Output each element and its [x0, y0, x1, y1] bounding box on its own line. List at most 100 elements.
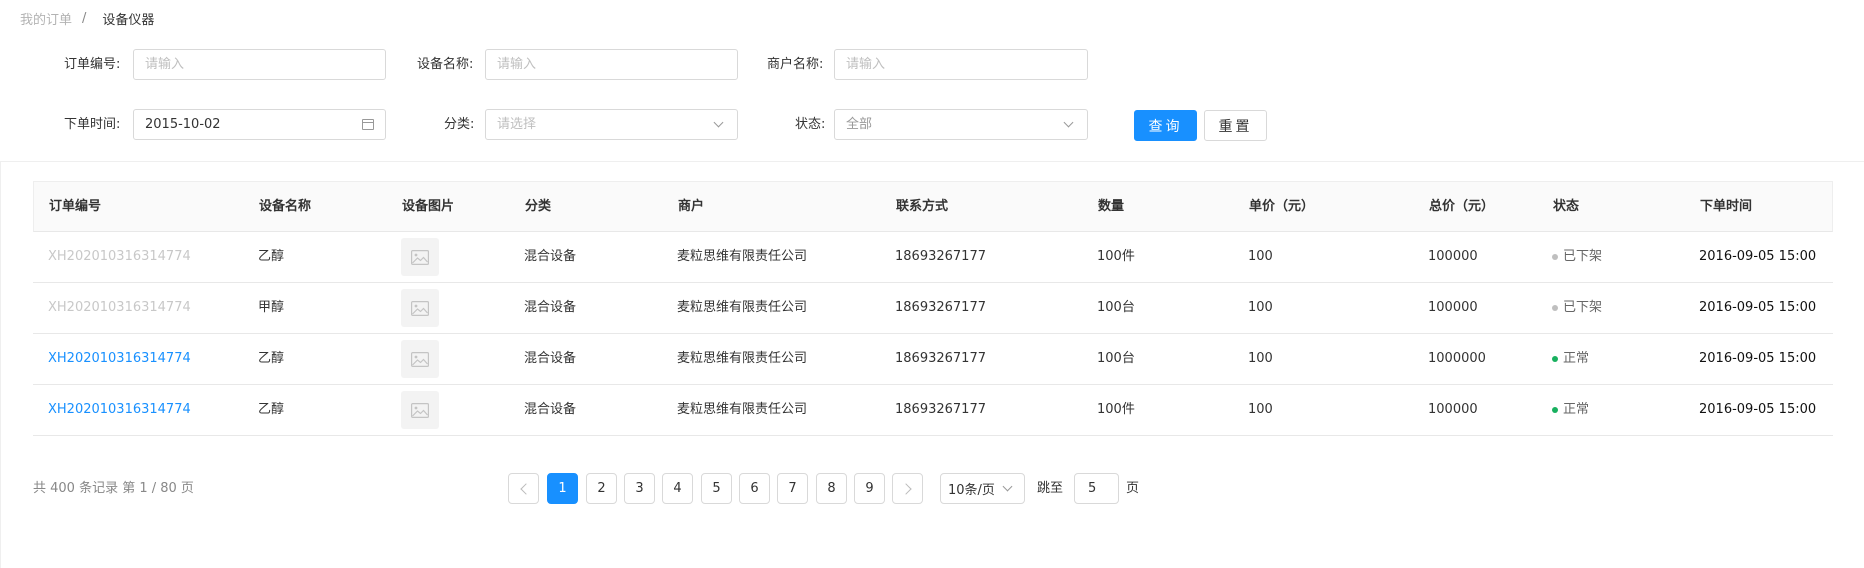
table-row: XH202010316314774 乙醇 混合设备 麦粒思维有限责任公司 186… — [33, 232, 1833, 283]
jump-to-page-input[interactable] — [1074, 473, 1119, 504]
order-no-label: 订单编号: — [64, 57, 121, 72]
status-text: 已下架 — [1563, 249, 1603, 264]
page-button-7[interactable]: 7 — [777, 473, 808, 504]
merchant-cell: 麦粒思维有限责任公司 — [677, 351, 808, 366]
unit-price-cell: 100 — [1248, 351, 1273, 366]
category-cell: 混合设备 — [524, 402, 577, 417]
merchant-cell: 麦粒思维有限责任公司 — [677, 249, 808, 264]
column-header-total-price: 总价（元） — [1429, 199, 1495, 214]
order-no-link[interactable]: XH202010316314774 — [48, 232, 191, 282]
image-placeholder-icon — [411, 402, 429, 418]
chevron-down-icon — [1002, 481, 1013, 492]
page-button-9[interactable]: 9 — [854, 473, 885, 504]
status-select-value: 全部 — [846, 117, 873, 132]
category-cell: 混合设备 — [524, 249, 577, 264]
page-size-value: 10条/页 — [948, 483, 995, 498]
column-header-order-time: 下单时间 — [1700, 199, 1753, 214]
column-header-device-name: 设备名称 — [259, 199, 312, 214]
contact-cell: 18693267177 — [895, 249, 986, 264]
status-text: 正常 — [1563, 402, 1590, 417]
table-row: XH202010316314774 甲醇 混合设备 麦粒思维有限责任公司 186… — [33, 283, 1833, 334]
contact-cell: 18693267177 — [895, 300, 986, 315]
filter-row-2: 下单时间: 2015-10-02 分类: 请选择 状态: 全部 查询 重置 — [0, 109, 1864, 141]
next-page-button[interactable] — [892, 473, 923, 504]
quantity-cell: 100台 — [1097, 300, 1135, 315]
status-dot-inactive — [1552, 254, 1558, 260]
category-label: 分类: — [444, 117, 475, 132]
chevron-left-icon — [519, 482, 532, 495]
column-header-contact: 联系方式 — [896, 199, 949, 214]
status-dot-active — [1552, 407, 1558, 413]
device-name-label: 设备名称: — [417, 57, 474, 72]
prev-page-button[interactable] — [508, 473, 539, 504]
page-button-5[interactable]: 5 — [701, 473, 732, 504]
order-no-link[interactable]: XH202010316314774 — [48, 283, 191, 333]
orders-table: 订单编号 设备名称 设备图片 分类 商户 联系方式 数量 单价（元） 总价（元）… — [33, 181, 1833, 436]
query-button[interactable]: 查询 — [1134, 110, 1197, 141]
device-thumbnail[interactable] — [401, 238, 439, 276]
device-thumbnail[interactable] — [401, 289, 439, 327]
status-cell: 正常 — [1552, 385, 1589, 435]
device-name-cell: 甲醇 — [258, 300, 285, 315]
page-button-6[interactable]: 6 — [739, 473, 770, 504]
total-price-cell: 1000000 — [1428, 351, 1486, 366]
category-select[interactable]: 请选择 — [485, 109, 738, 140]
device-name-input[interactable] — [485, 49, 738, 80]
contact-cell: 18693267177 — [895, 402, 986, 417]
chevron-down-icon — [713, 117, 724, 128]
page-button-2[interactable]: 2 — [586, 473, 617, 504]
device-name-cell: 乙醇 — [258, 351, 285, 366]
order-no-input[interactable] — [133, 49, 386, 80]
column-header-merchant: 商户 — [678, 199, 705, 214]
column-header-quantity: 数量 — [1098, 199, 1125, 214]
breadcrumb-current: 设备仪器 — [102, 12, 155, 28]
device-thumbnail[interactable] — [401, 391, 439, 429]
device-thumbnail[interactable] — [401, 340, 439, 378]
table-row: XH202010316314774 乙醇 混合设备 麦粒思维有限责任公司 186… — [33, 334, 1833, 385]
category-placeholder: 请选择 — [497, 117, 537, 132]
chevron-down-icon — [1063, 117, 1074, 128]
total-price-cell: 100000 — [1428, 300, 1478, 315]
page-button-3[interactable]: 3 — [624, 473, 655, 504]
calendar-icon — [362, 119, 374, 130]
breadcrumb: 我的订单 / 设备仪器 — [20, 9, 155, 28]
page-size-select[interactable]: 10条/页 — [940, 473, 1025, 504]
column-header-status: 状态 — [1553, 199, 1580, 214]
order-no-link[interactable]: XH202010316314774 — [48, 385, 191, 435]
order-time-label: 下单时间: — [64, 117, 121, 132]
order-time-value: 2015-10-02 — [145, 117, 221, 132]
order-time-cell: 2016-09-05 15:00 — [1699, 300, 1817, 315]
page-button-1[interactable]: 1 — [547, 473, 578, 504]
column-header-unit-price: 单价（元） — [1249, 199, 1315, 214]
page-button-8[interactable]: 8 — [816, 473, 847, 504]
page-button-4[interactable]: 4 — [662, 473, 693, 504]
category-cell: 混合设备 — [524, 351, 577, 366]
pagination: 1 2 3 4 5 6 7 8 9 10条/页 跳至 页 — [0, 473, 1864, 505]
table-header: 订单编号 设备名称 设备图片 分类 商户 联系方式 数量 单价（元） 总价（元）… — [33, 181, 1833, 232]
status-text: 正常 — [1563, 351, 1590, 366]
merchant-cell: 麦粒思维有限责任公司 — [677, 402, 808, 417]
unit-price-cell: 100 — [1248, 300, 1273, 315]
column-header-category: 分类 — [525, 199, 552, 214]
status-label: 状态: — [795, 117, 826, 132]
device-name-cell: 乙醇 — [258, 402, 285, 417]
order-time-cell: 2016-09-05 15:00 — [1699, 249, 1817, 264]
reset-button[interactable]: 重置 — [1204, 110, 1267, 141]
image-placeholder-icon — [411, 249, 429, 265]
order-time-cell: 2016-09-05 15:00 — [1699, 351, 1817, 366]
status-cell: 已下架 — [1552, 232, 1602, 282]
chevron-right-icon — [899, 482, 912, 495]
image-placeholder-icon — [411, 351, 429, 367]
quantity-cell: 100件 — [1097, 249, 1135, 264]
order-time-date-picker[interactable]: 2015-10-02 — [133, 109, 386, 140]
section-divider — [0, 161, 1864, 162]
merchant-name-input[interactable] — [834, 49, 1088, 80]
unit-price-cell: 100 — [1248, 402, 1273, 417]
jump-to-label: 跳至 — [1037, 481, 1064, 496]
status-dot-active — [1552, 356, 1558, 362]
breadcrumb-parent-link[interactable]: 我的订单 — [20, 9, 72, 28]
order-no-link[interactable]: XH202010316314774 — [48, 334, 191, 384]
status-select[interactable]: 全部 — [834, 109, 1088, 140]
quantity-cell: 100件 — [1097, 402, 1135, 417]
total-price-cell: 100000 — [1428, 402, 1478, 417]
